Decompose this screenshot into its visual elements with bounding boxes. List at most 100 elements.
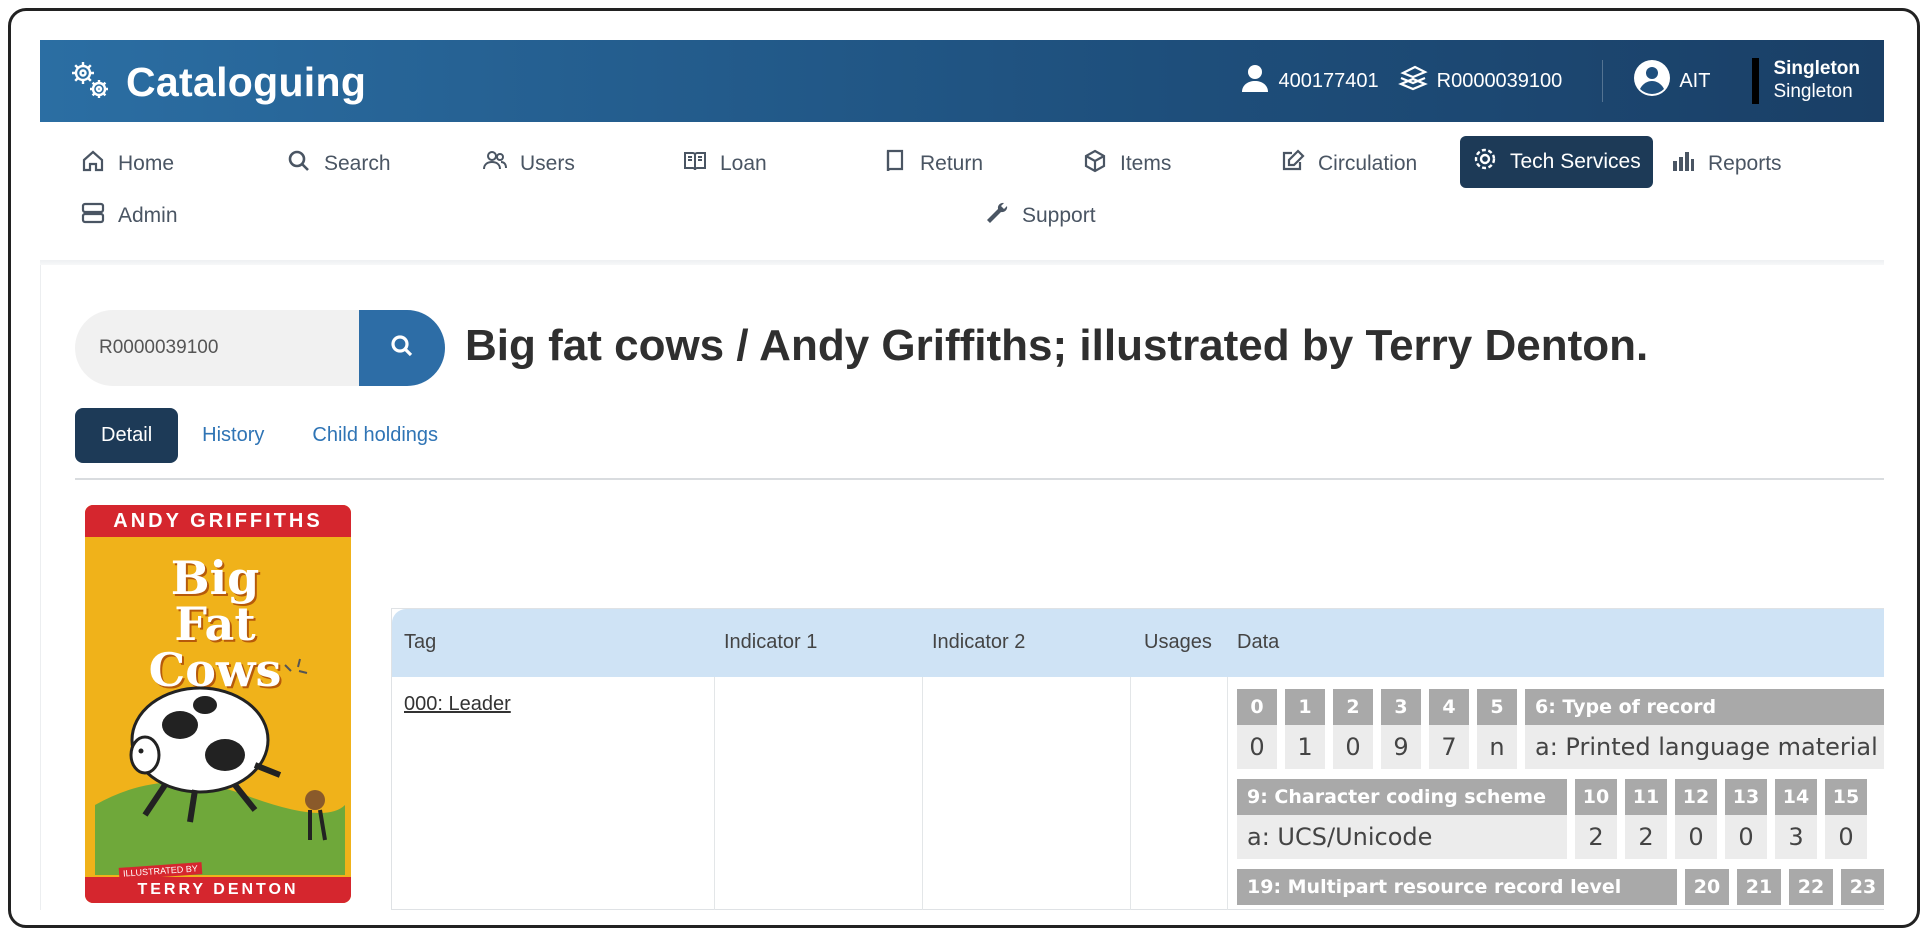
record-title: Big fat cows / Andy Griffiths; illustrat… — [465, 321, 1649, 370]
screenshot-frame: Cataloguing 400177401 R0000039100 AIT Si… — [8, 8, 1920, 928]
nav-admin[interactable]: Admin — [70, 192, 188, 240]
server-icon — [80, 200, 118, 232]
nav-label: Reports — [1708, 152, 1782, 175]
header-data: Data — [1237, 631, 1280, 653]
leader-value: a: UCS/Unicode — [1237, 815, 1567, 859]
nav-loan[interactable]: Loan — [672, 140, 777, 188]
leader-position: 23 — [1841, 869, 1884, 905]
home-icon — [80, 148, 118, 180]
nav-search[interactable]: Search — [276, 140, 401, 188]
search-icon — [388, 332, 416, 365]
leader-value: 0 — [1675, 815, 1717, 859]
leader-cell: 9: Character coding scheme a: UCS/Unicod… — [1237, 779, 1567, 859]
leader-cell: 21 — [1737, 869, 1781, 905]
leader-cell: 3 9 — [1381, 689, 1421, 769]
leader-cell: 1 1 — [1285, 689, 1325, 769]
user-menu[interactable]: AIT — [1633, 59, 1710, 103]
leader-position: 6: Type of record — [1525, 689, 1884, 725]
leader-cell: 15 0 — [1825, 779, 1867, 859]
header-indicator-2: Indicator 2 — [932, 631, 1026, 653]
column-divider — [714, 677, 715, 910]
leader-position: 2 — [1333, 689, 1373, 725]
leader-position: 0 — [1237, 689, 1277, 725]
header-tag: Tag — [404, 631, 437, 653]
leader-cell: 14 3 — [1775, 779, 1817, 859]
patron-id: 400177401 — [1278, 69, 1379, 92]
leader-value: 9 — [1381, 725, 1421, 769]
column-divider — [922, 677, 923, 910]
cow-illustration-icon — [95, 658, 345, 875]
leader-position: 19: Multipart resource record level — [1237, 869, 1677, 905]
location-selector[interactable]: Singleton Singleton — [1752, 58, 1860, 104]
edit-icon — [1280, 148, 1318, 180]
nav-support[interactable]: Support — [974, 192, 1106, 240]
leader-position: 5 — [1477, 689, 1517, 725]
leader-value: 7 — [1429, 725, 1469, 769]
gears-icon — [68, 58, 112, 107]
record-indicator[interactable]: R0000039100 — [1397, 62, 1562, 100]
tab-history[interactable]: History — [202, 424, 264, 447]
nav-reports[interactable]: Reports — [1660, 140, 1792, 188]
leader-value: a: Printed language material — [1525, 725, 1884, 769]
leader-position: 3 — [1381, 689, 1421, 725]
cover-author: ANDY GRIFFITHS — [85, 505, 351, 537]
leader-value: 3 — [1775, 815, 1817, 859]
record-search-button[interactable] — [359, 310, 445, 386]
record-search-input[interactable]: R0000039100 — [75, 310, 365, 386]
main-nav: Home Search Users Loan Return Items Circ… — [40, 122, 1884, 262]
nav-home[interactable]: Home — [70, 140, 184, 188]
nav-circulation[interactable]: Circulation — [1270, 140, 1427, 188]
gear-icon — [1472, 146, 1510, 178]
leader-cell: 2 0 — [1333, 689, 1373, 769]
patron-indicator[interactable]: 400177401 — [1239, 62, 1379, 100]
leader-cell: 11 2 — [1625, 779, 1667, 859]
book-cover-image: ANDY GRIFFITHS Big Fat Cows ILLUSTRATED … — [85, 505, 351, 903]
leader-value: 1 — [1285, 725, 1325, 769]
person-icon — [1239, 62, 1279, 100]
tabs-divider — [75, 478, 1884, 480]
leader-cell: 13 0 — [1725, 779, 1767, 859]
nav-label: Return — [920, 152, 984, 175]
leader-position: 4 — [1429, 689, 1469, 725]
nav-label: Items — [1120, 152, 1172, 175]
leader-position: 11 — [1625, 779, 1667, 815]
divider — [1602, 60, 1604, 102]
cover-illustrator: TERRY DENTON — [85, 877, 351, 903]
tab-child-holdings[interactable]: Child holdings — [312, 424, 438, 447]
leader-cell: 23 — [1841, 869, 1884, 905]
nav-return[interactable]: Return — [872, 140, 993, 188]
marc-tag-link[interactable]: 000: Leader — [404, 693, 511, 716]
top-bar: Cataloguing 400177401 R0000039100 AIT Si… — [40, 40, 1884, 122]
marc-table: Tag Indicator 1 Indicator 2 Usages Data … — [391, 608, 1884, 910]
leader-position: 12 — [1675, 779, 1717, 815]
leader-cell: 19: Multipart resource record level — [1237, 869, 1677, 905]
leader-cell: 5 n — [1477, 689, 1517, 769]
leader-position: 13 — [1725, 779, 1767, 815]
leader-value: n — [1477, 725, 1517, 769]
leader-value: 2 — [1625, 815, 1667, 859]
record-tabs: Detail History Child holdings — [75, 407, 486, 463]
leader-position: 15 — [1825, 779, 1867, 815]
header-indicator-1: Indicator 1 — [724, 631, 818, 653]
nav-items[interactable]: Items — [1072, 140, 1181, 188]
leader-position: 1 — [1285, 689, 1325, 725]
user-name: AIT — [1679, 69, 1711, 92]
nav-label: Home — [118, 152, 175, 175]
tab-detail[interactable]: Detail — [75, 407, 179, 463]
nav-label: Support — [1022, 204, 1096, 227]
leader-value: 2 — [1575, 815, 1617, 859]
location-branch: Singleton — [1773, 81, 1853, 102]
user-circle-icon — [1633, 59, 1679, 103]
app-title: Cataloguing — [126, 59, 367, 105]
leader-value: 0 — [1333, 725, 1373, 769]
nav-tech-services[interactable]: Tech Services — [1460, 136, 1653, 188]
leader-cell: 0 0 — [1237, 689, 1277, 769]
column-divider — [1227, 677, 1228, 910]
leader-cell: 20 — [1685, 869, 1729, 905]
bar-chart-icon — [1670, 148, 1708, 180]
wrench-icon — [984, 200, 1022, 232]
column-divider — [1130, 677, 1131, 910]
brand[interactable]: Cataloguing — [68, 58, 366, 107]
nav-users[interactable]: Users — [472, 140, 585, 188]
stack-of-books-icon — [1397, 62, 1437, 100]
